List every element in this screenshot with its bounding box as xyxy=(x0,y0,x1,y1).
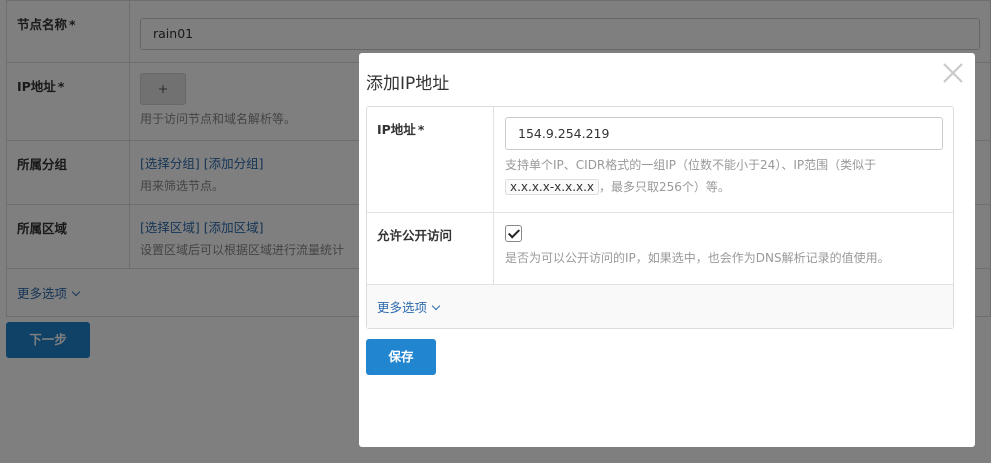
public-access-label: 允许公开访问 xyxy=(377,228,453,243)
dialog-ip-label: IP地址 xyxy=(377,122,416,137)
dialog-more-options-label: 更多选项 xyxy=(377,300,428,315)
dialog-more-options-link[interactable]: 更多选项 xyxy=(377,300,441,315)
dialog-form: IP地址 * 154.9.254.219 支持单个IP、CIDR格式的一组IP（位… xyxy=(366,106,954,329)
ip-address-input[interactable]: 154.9.254.219 xyxy=(505,117,943,150)
add-ip-dialog: 添加IP地址 IP地址 * 154.9.254.219 支持单个IP、CIDR格式… xyxy=(359,53,975,447)
save-button[interactable]: 保存 xyxy=(366,339,436,375)
close-icon[interactable] xyxy=(941,61,965,85)
public-access-checkbox[interactable] xyxy=(505,225,522,242)
dialog-row-ip: IP地址 * 154.9.254.219 支持单个IP、CIDR格式的一组IP（位… xyxy=(367,107,953,213)
chevron-down-icon xyxy=(431,301,441,311)
public-access-hint: 是否为可以公开访问的IP，如果选中，也会作为DNS解析记录的值使用。 xyxy=(505,251,890,265)
dialog-row-public: 允许公开访问 是否为可以公开访问的IP，如果选中，也会作为DNS解析记录的值使用… xyxy=(367,213,953,285)
ip-range-example: x.x.x.x-x.x.x.x xyxy=(505,179,600,195)
ip-format-hint: 支持单个IP、CIDR格式的一组IP（位数不能小于24）、IP范围（类似于 x.… xyxy=(505,158,877,195)
dialog-row-more: 更多选项 xyxy=(367,285,953,328)
dialog-title: 添加IP地址 xyxy=(366,74,450,94)
required-mark: * xyxy=(417,122,425,137)
